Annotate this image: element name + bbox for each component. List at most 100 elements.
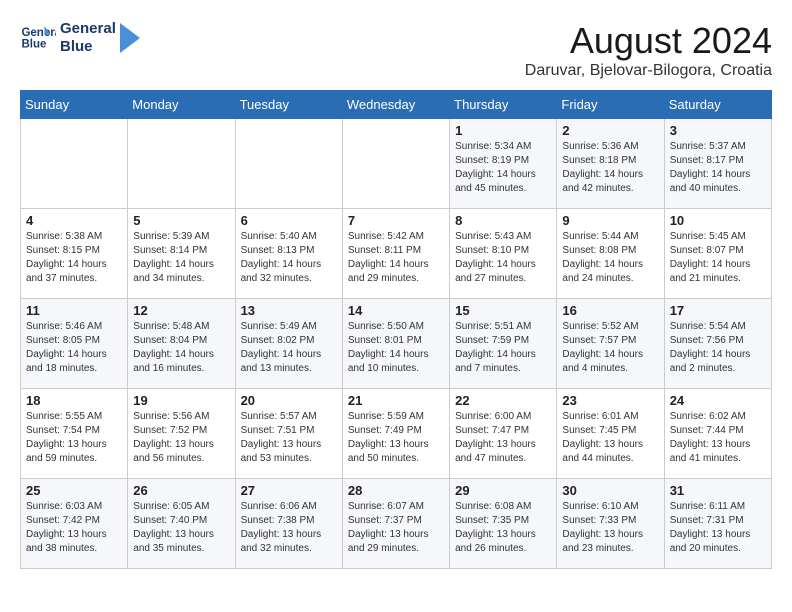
- calendar-day-cell: 1 Sunrise: 5:34 AM Sunset: 8:19 PM Daylig…: [450, 119, 557, 209]
- month-year-title: August 2024: [525, 20, 772, 62]
- day-of-week-header: Tuesday: [235, 91, 342, 119]
- day-info: Sunrise: 5:55 AM Sunset: 7:54 PM Dayligh…: [26, 410, 122, 466]
- logo-general: General: [60, 20, 116, 38]
- title-block: August 2024 Daruvar, Bjelovar-Bilogora, …: [525, 20, 772, 80]
- day-number: 22: [455, 393, 551, 408]
- day-info: Sunrise: 6:11 AM Sunset: 7:31 PM Dayligh…: [670, 500, 766, 556]
- day-info: Sunrise: 6:08 AM Sunset: 7:35 PM Dayligh…: [455, 500, 551, 556]
- calendar-day-cell: 26 Sunrise: 6:05 AM Sunset: 7:40 PM Dayli…: [128, 479, 235, 569]
- day-number: 29: [455, 483, 551, 498]
- day-info: Sunrise: 5:42 AM Sunset: 8:11 PM Dayligh…: [348, 230, 444, 286]
- calendar-day-cell: 4Sunrise: 5:38 AM Sunset: 8:15 PM Daylig…: [21, 209, 128, 299]
- calendar-day-cell: 23 Sunrise: 6:01 AM Sunset: 7:45 PM Dayli…: [557, 389, 664, 479]
- calendar-day-cell: 31 Sunrise: 6:11 AM Sunset: 7:31 PM Dayli…: [664, 479, 771, 569]
- calendar-day-cell: 11 Sunrise: 5:46 AM Sunset: 8:05 PM Dayli…: [21, 299, 128, 389]
- calendar-day-cell: 6 Sunrise: 5:40 AM Sunset: 8:13 PM Daylig…: [235, 209, 342, 299]
- day-number: 6: [241, 213, 337, 228]
- calendar-week-row: 18 Sunrise: 5:55 AM Sunset: 7:54 PM Dayli…: [21, 389, 772, 479]
- day-info: Sunrise: 5:34 AM Sunset: 8:19 PM Dayligh…: [455, 140, 551, 196]
- day-info: Sunrise: 5:49 AM Sunset: 8:02 PM Dayligh…: [241, 320, 337, 376]
- day-number: 17: [670, 303, 766, 318]
- calendar-day-cell: 9Sunrise: 5:44 AM Sunset: 8:08 PM Daylig…: [557, 209, 664, 299]
- logo-icon: General Blue: [20, 20, 56, 56]
- calendar-week-row: 25Sunrise: 6:03 AM Sunset: 7:42 PM Dayli…: [21, 479, 772, 569]
- day-number: 3: [670, 123, 766, 138]
- day-number: 7: [348, 213, 444, 228]
- calendar-day-cell: [235, 119, 342, 209]
- day-number: 12: [133, 303, 229, 318]
- day-of-week-header: Wednesday: [342, 91, 449, 119]
- calendar-body: 1 Sunrise: 5:34 AM Sunset: 8:19 PM Daylig…: [21, 119, 772, 569]
- day-number: 23: [562, 393, 658, 408]
- calendar-day-cell: 16Sunrise: 5:52 AM Sunset: 7:57 PM Dayli…: [557, 299, 664, 389]
- day-number: 28: [348, 483, 444, 498]
- calendar-table: SundayMondayTuesdayWednesdayThursdayFrid…: [20, 90, 772, 569]
- day-number: 25: [26, 483, 122, 498]
- day-number: 4: [26, 213, 122, 228]
- day-info: Sunrise: 5:54 AM Sunset: 7:56 PM Dayligh…: [670, 320, 766, 376]
- day-info: Sunrise: 5:36 AM Sunset: 8:18 PM Dayligh…: [562, 140, 658, 196]
- day-number: 9: [562, 213, 658, 228]
- calendar-day-cell: 20 Sunrise: 5:57 AM Sunset: 7:51 PM Dayli…: [235, 389, 342, 479]
- calendar-day-cell: 18 Sunrise: 5:55 AM Sunset: 7:54 PM Dayli…: [21, 389, 128, 479]
- day-number: 8: [455, 213, 551, 228]
- calendar-day-cell: 29 Sunrise: 6:08 AM Sunset: 7:35 PM Dayli…: [450, 479, 557, 569]
- day-info: Sunrise: 6:01 AM Sunset: 7:45 PM Dayligh…: [562, 410, 658, 466]
- calendar-header-row: SundayMondayTuesdayWednesdayThursdayFrid…: [21, 91, 772, 119]
- day-number: 30: [562, 483, 658, 498]
- logo-arrow-icon: [120, 23, 140, 53]
- calendar-week-row: 1 Sunrise: 5:34 AM Sunset: 8:19 PM Daylig…: [21, 119, 772, 209]
- day-info: Sunrise: 5:45 AM Sunset: 8:07 PM Dayligh…: [670, 230, 766, 286]
- calendar-day-cell: 14Sunrise: 5:50 AM Sunset: 8:01 PM Dayli…: [342, 299, 449, 389]
- calendar-day-cell: 22 Sunrise: 6:00 AM Sunset: 7:47 PM Dayli…: [450, 389, 557, 479]
- day-of-week-header: Sunday: [21, 91, 128, 119]
- day-info: Sunrise: 5:50 AM Sunset: 8:01 PM Dayligh…: [348, 320, 444, 376]
- day-info: Sunrise: 5:37 AM Sunset: 8:17 PM Dayligh…: [670, 140, 766, 196]
- day-number: 10: [670, 213, 766, 228]
- location-subtitle: Daruvar, Bjelovar-Bilogora, Croatia: [525, 62, 772, 80]
- day-number: 31: [670, 483, 766, 498]
- calendar-day-cell: 30 Sunrise: 6:10 AM Sunset: 7:33 PM Dayli…: [557, 479, 664, 569]
- day-number: 1: [455, 123, 551, 138]
- calendar-day-cell: 17 Sunrise: 5:54 AM Sunset: 7:56 PM Dayli…: [664, 299, 771, 389]
- day-info: Sunrise: 5:46 AM Sunset: 8:05 PM Dayligh…: [26, 320, 122, 376]
- day-info: Sunrise: 5:51 AM Sunset: 7:59 PM Dayligh…: [455, 320, 551, 376]
- page-header: General Blue General Blue August 2024 Da…: [20, 20, 772, 80]
- day-info: Sunrise: 6:02 AM Sunset: 7:44 PM Dayligh…: [670, 410, 766, 466]
- calendar-day-cell: [342, 119, 449, 209]
- calendar-day-cell: 5Sunrise: 5:39 AM Sunset: 8:14 PM Daylig…: [128, 209, 235, 299]
- day-info: Sunrise: 5:59 AM Sunset: 7:49 PM Dayligh…: [348, 410, 444, 466]
- day-info: Sunrise: 5:57 AM Sunset: 7:51 PM Dayligh…: [241, 410, 337, 466]
- day-info: Sunrise: 5:40 AM Sunset: 8:13 PM Dayligh…: [241, 230, 337, 286]
- day-info: Sunrise: 5:52 AM Sunset: 7:57 PM Dayligh…: [562, 320, 658, 376]
- calendar-day-cell: 25Sunrise: 6:03 AM Sunset: 7:42 PM Dayli…: [21, 479, 128, 569]
- day-info: Sunrise: 6:10 AM Sunset: 7:33 PM Dayligh…: [562, 500, 658, 556]
- day-number: 13: [241, 303, 337, 318]
- day-number: 15: [455, 303, 551, 318]
- day-info: Sunrise: 6:00 AM Sunset: 7:47 PM Dayligh…: [455, 410, 551, 466]
- day-info: Sunrise: 6:05 AM Sunset: 7:40 PM Dayligh…: [133, 500, 229, 556]
- day-number: 24: [670, 393, 766, 408]
- calendar-week-row: 4Sunrise: 5:38 AM Sunset: 8:15 PM Daylig…: [21, 209, 772, 299]
- calendar-day-cell: 3 Sunrise: 5:37 AM Sunset: 8:17 PM Daylig…: [664, 119, 771, 209]
- day-number: 21: [348, 393, 444, 408]
- day-number: 20: [241, 393, 337, 408]
- calendar-day-cell: 2Sunrise: 5:36 AM Sunset: 8:18 PM Daylig…: [557, 119, 664, 209]
- calendar-week-row: 11 Sunrise: 5:46 AM Sunset: 8:05 PM Dayli…: [21, 299, 772, 389]
- day-number: 27: [241, 483, 337, 498]
- day-number: 26: [133, 483, 229, 498]
- day-info: Sunrise: 6:06 AM Sunset: 7:38 PM Dayligh…: [241, 500, 337, 556]
- calendar-day-cell: [128, 119, 235, 209]
- day-info: Sunrise: 5:56 AM Sunset: 7:52 PM Dayligh…: [133, 410, 229, 466]
- calendar-day-cell: 8Sunrise: 5:43 AM Sunset: 8:10 PM Daylig…: [450, 209, 557, 299]
- svg-text:General: General: [21, 27, 56, 39]
- logo-blue: Blue: [60, 38, 116, 56]
- logo: General Blue General Blue: [20, 20, 140, 56]
- day-number: 18: [26, 393, 122, 408]
- day-number: 11: [26, 303, 122, 318]
- day-of-week-header: Thursday: [450, 91, 557, 119]
- calendar-day-cell: 10 Sunrise: 5:45 AM Sunset: 8:07 PM Dayli…: [664, 209, 771, 299]
- day-info: Sunrise: 5:39 AM Sunset: 8:14 PM Dayligh…: [133, 230, 229, 286]
- calendar-day-cell: 12Sunrise: 5:48 AM Sunset: 8:04 PM Dayli…: [128, 299, 235, 389]
- calendar-day-cell: 24 Sunrise: 6:02 AM Sunset: 7:44 PM Dayli…: [664, 389, 771, 479]
